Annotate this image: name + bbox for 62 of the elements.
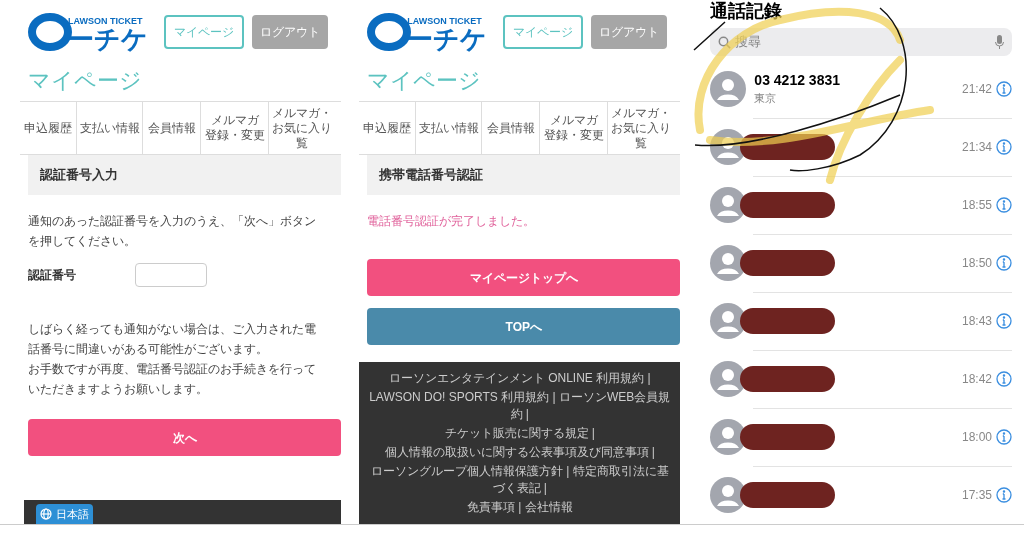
nav-tab[interactable]: 会員情報 — [142, 102, 200, 154]
call-row[interactable]: 18:43 — [710, 292, 1012, 350]
nav-tab[interactable]: 申込履歴 — [359, 102, 416, 154]
call-time: 21:42 — [961, 81, 992, 98]
call-time: 21:34 — [961, 139, 992, 156]
call-time: 17:35 — [961, 487, 992, 504]
call-time: 18:43 — [961, 313, 992, 330]
call-row[interactable]: 17:35 — [710, 466, 1012, 524]
microphone-icon — [995, 35, 1004, 49]
info-icon[interactable] — [996, 139, 1012, 155]
call-time: 18:00 — [961, 429, 992, 446]
nav-tab[interactable]: 会員情報 — [481, 102, 540, 154]
footer-link[interactable]: ローソングループ個人情報保護方針 | 特定商取引法に基づく表記 | — [367, 463, 673, 497]
nav-tab[interactable]: メルマガ・ お気に入り 覧 — [268, 102, 334, 154]
info-icon[interactable] — [996, 197, 1012, 213]
call-row[interactable]: 18:55 — [710, 176, 1012, 234]
footer-link[interactable]: 個人情報の取扱いに関する公表事項及び同意事項 | — [384, 444, 655, 461]
call-row[interactable]: 18:42 — [710, 350, 1012, 408]
footer-link[interactable]: LAWSON DO! SPORTS 利用規約 | ローソンWEB会員規約 | — [367, 389, 673, 423]
call-row[interactable]: 21:34 — [710, 118, 1012, 176]
note-text: しばらく経っても通知がない場合は、ご入力された電話番号に間違いがある可能性がございます。 — [28, 321, 317, 358]
action-button[interactable]: TOPへ — [367, 308, 681, 345]
info-icon[interactable] — [996, 255, 1012, 271]
avatar-icon — [710, 71, 747, 107]
screen-title: 通話記錄 — [710, 2, 784, 20]
call-row[interactable]: 18:50 — [710, 234, 1012, 292]
nav-tab[interactable]: 申込履歴 — [20, 102, 76, 154]
nav-tab[interactable]: 支払い情報 — [76, 102, 142, 154]
footer-link[interactable]: 免責事項 | 会社情報 — [466, 499, 573, 516]
info-icon[interactable] — [996, 81, 1012, 97]
info-icon[interactable] — [996, 371, 1012, 387]
call-row[interactable]: 03 4212 3831 東京 21:42 — [710, 60, 1012, 118]
nav-tab[interactable]: メルマガ 登録・変更 — [539, 102, 608, 154]
nav-tab[interactable]: 支払い情報 — [415, 102, 482, 154]
call-time: 18:50 — [961, 255, 992, 272]
code-input[interactable] — [135, 263, 207, 287]
note-text: お手数ですが再度、電話番号認証のお手続きを行っていただきますようお願いします。 — [28, 361, 317, 398]
logo-tagline: LAWSON TICKET — [68, 17, 143, 26]
logo-tagline: LAWSON TICKET — [407, 17, 482, 26]
call-time: 18:55 — [961, 197, 992, 214]
call-row[interactable]: 18:00 — [710, 408, 1012, 466]
logo-text: ーチケ — [407, 26, 488, 52]
caller-location: 東京 — [754, 90, 778, 106]
info-icon[interactable] — [996, 313, 1012, 329]
caller-number: 03 4212 3831 — [754, 72, 841, 90]
footer-link[interactable]: ローソンエンタテインメント ONLINE 利用規約 | — [388, 370, 651, 387]
instruction-text: 通知のあった認証番号を入力のうえ、「次へ」ボタンを押してください。 — [28, 213, 317, 250]
call-time: 18:42 — [961, 371, 992, 388]
page-title: マイページ — [27, 67, 143, 95]
footer-link[interactable]: チケット販売に関する規定 | — [444, 425, 595, 442]
globe-icon — [40, 508, 52, 520]
section-header: 認証番号入力 — [28, 155, 342, 195]
field-label: 認証番号 — [28, 267, 77, 284]
info-icon[interactable] — [996, 429, 1012, 445]
logo-text: ーチケ — [68, 26, 148, 52]
section-header: 携帯電話番号認証 — [367, 155, 681, 195]
nav-tab[interactable]: メルマガ 登録・変更 — [200, 102, 268, 154]
nav-tab[interactable]: メルマガ・ お気に入り 覧 — [607, 102, 674, 154]
info-icon[interactable] — [996, 487, 1012, 503]
language-button[interactable]: 日本語 — [36, 504, 93, 524]
success-message: 電話番号認証が完了しました。 — [367, 213, 537, 230]
page-title: マイページ — [366, 67, 483, 95]
